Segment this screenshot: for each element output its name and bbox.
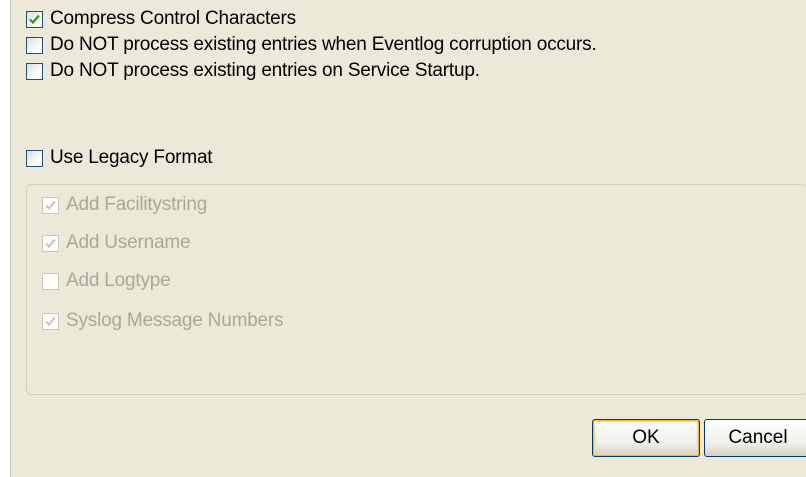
compress-control-characters-checkbox[interactable] <box>26 10 43 28</box>
add-username-checkbox[interactable] <box>42 234 59 252</box>
add-logtype-option[interactable]: Add Logtype <box>42 269 171 293</box>
add-username-label: Add Username <box>66 232 191 253</box>
syslog-message-numbers-label: Syslog Message Numbers <box>66 310 284 331</box>
add-logtype-checkbox[interactable] <box>42 272 59 290</box>
skip-on-eventlog-corruption-label: Do NOT process existing entries when Eve… <box>50 34 597 55</box>
skip-on-eventlog-corruption-checkbox[interactable] <box>26 36 43 54</box>
add-logtype-label: Add Logtype <box>66 270 171 291</box>
checkmark-icon <box>29 14 40 24</box>
checkmark-icon <box>45 316 56 326</box>
cancel-button[interactable]: Cancel <box>704 419 806 457</box>
add-facilitystring-checkbox[interactable] <box>42 196 59 214</box>
add-username-option[interactable]: Add Username <box>42 231 191 255</box>
use-legacy-format-label: Use Legacy Format <box>50 147 213 168</box>
checkmark-icon <box>45 200 56 210</box>
syslog-message-numbers-checkbox[interactable] <box>42 312 59 330</box>
ok-button[interactable]: OK <box>592 419 700 457</box>
syslog-message-numbers-option[interactable]: Syslog Message Numbers <box>42 309 284 333</box>
window-left-edge <box>0 0 11 477</box>
compress-control-characters-option[interactable]: Compress Control Characters <box>26 7 296 31</box>
add-facilitystring-label: Add Facilitystring <box>66 194 208 215</box>
skip-on-service-startup-checkbox[interactable] <box>26 62 43 80</box>
checkmark-icon <box>45 238 56 248</box>
skip-on-eventlog-corruption-option[interactable]: Do NOT process existing entries when Eve… <box>26 33 597 57</box>
add-facilitystring-option[interactable]: Add Facilitystring <box>42 193 207 217</box>
compress-control-characters-label: Compress Control Characters <box>50 8 296 29</box>
use-legacy-format-option[interactable]: Use Legacy Format <box>26 146 213 170</box>
skip-on-service-startup-option[interactable]: Do NOT process existing entries on Servi… <box>26 59 480 83</box>
skip-on-service-startup-label: Do NOT process existing entries on Servi… <box>50 60 480 81</box>
use-legacy-format-checkbox[interactable] <box>26 149 43 167</box>
